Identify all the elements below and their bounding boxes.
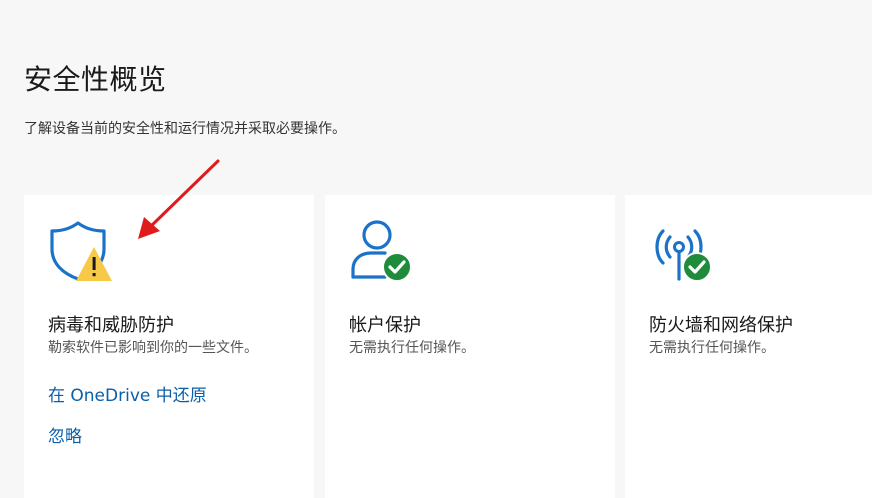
ignore-link[interactable]: 忽略 xyxy=(48,422,82,447)
card-account-protection[interactable]: 帐户保护 无需执行任何操作。 xyxy=(325,195,615,498)
page-title: 安全性概览 xyxy=(24,63,167,96)
person-check-icon xyxy=(349,219,415,289)
security-overview-page: 安全性概览 了解设备当前的安全性和运行情况并采取必要操作。 病毒和威胁防护 勒索… xyxy=(0,0,872,498)
card-title: 防火墙和网络保护 xyxy=(649,315,793,336)
card-description: 无需执行任何操作。 xyxy=(349,340,475,356)
restore-onedrive-link[interactable]: 在 OneDrive 中还原 xyxy=(48,381,207,406)
card-title: 帐户保护 xyxy=(349,315,421,336)
card-description: 勒索软件已影响到你的一些文件。 xyxy=(48,340,258,356)
annotation-arrow-icon xyxy=(130,155,230,249)
card-description: 无需执行任何操作。 xyxy=(649,340,775,356)
card-title: 病毒和威胁防护 xyxy=(48,315,174,336)
page-subtitle: 了解设备当前的安全性和运行情况并采取必要操作。 xyxy=(24,121,346,137)
card-firewall-network-protection[interactable]: 防火墙和网络保护 无需执行任何操作。 xyxy=(625,195,872,498)
antenna-check-icon xyxy=(649,219,715,289)
shield-warning-icon xyxy=(48,219,114,289)
